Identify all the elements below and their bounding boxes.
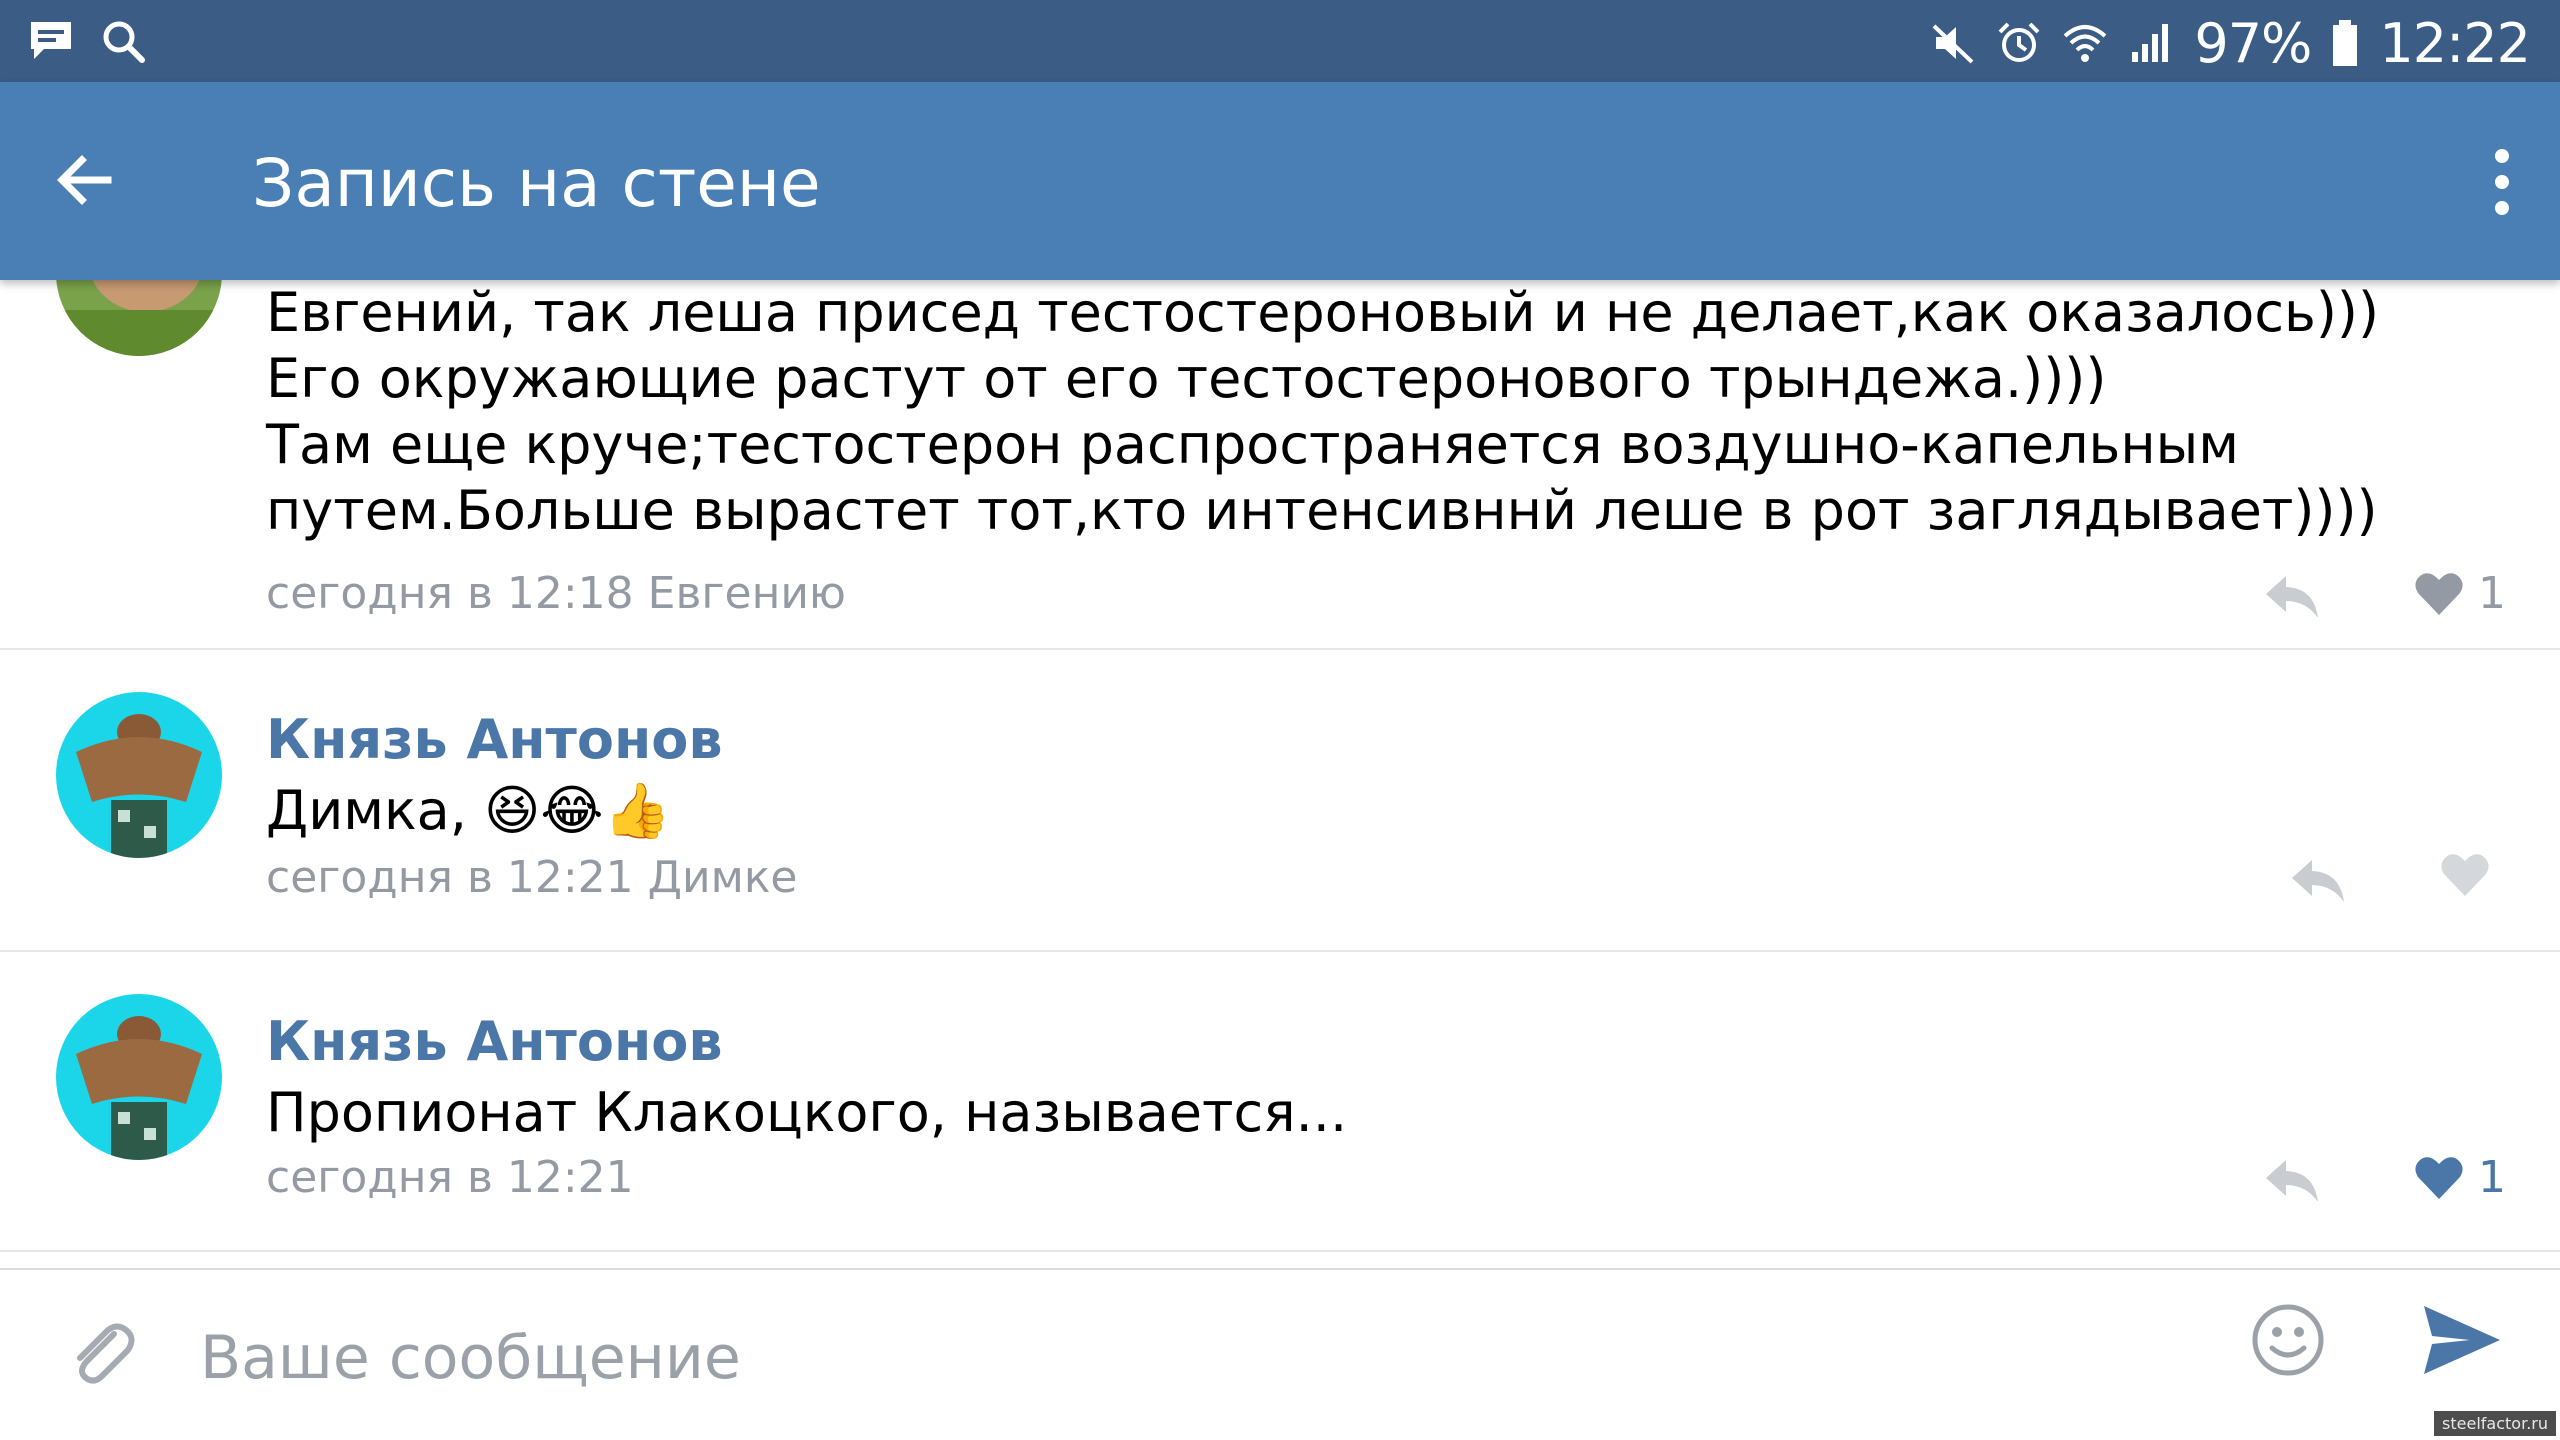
- comment-item: Князь Антонов Димка, 😆😂👍 сегодня в 12:21…: [0, 650, 2560, 952]
- signal-icon: [2132, 24, 2169, 62]
- comment-meta: сегодня в 12:18 Евгению: [266, 568, 846, 619]
- page-title: Запись на стене: [252, 145, 821, 222]
- avatar[interactable]: [56, 994, 222, 1160]
- reply-icon[interactable]: [2262, 1156, 2322, 1206]
- message-input[interactable]: [200, 1308, 2100, 1408]
- comment-author[interactable]: Князь Антонов: [266, 708, 723, 771]
- heart-icon: [2441, 854, 2489, 896]
- comment-list[interactable]: Евгений, так леша присед тестостероновый…: [0, 280, 2560, 1268]
- watermark: steelfactor.ru: [2434, 1411, 2556, 1436]
- comment-item: Евгений, так леша присед тестостероновый…: [0, 280, 2560, 650]
- app-toolbar: Запись на стене: [0, 82, 2560, 280]
- status-bar: 97% 12:22: [0, 0, 2560, 82]
- arrow-left-icon[interactable]: [50, 144, 122, 216]
- send-icon[interactable]: [2420, 1300, 2504, 1380]
- battery-percent: 97%: [2194, 11, 2312, 75]
- like-count: 1: [2478, 1152, 2506, 1203]
- comment-meta: сегодня в 12:21: [266, 1152, 634, 1203]
- reply-icon[interactable]: [2288, 856, 2348, 906]
- avatar[interactable]: [56, 280, 222, 356]
- battery-icon: [2333, 20, 2358, 66]
- avatar[interactable]: [56, 692, 222, 858]
- mute-icon: [1932, 24, 1974, 64]
- heart-icon: [2415, 572, 2463, 615]
- comment-item: Князь Антонов Пропионат Клакоцкого, назы…: [0, 952, 2560, 1252]
- smile-icon[interactable]: [2248, 1300, 2328, 1380]
- comment-author[interactable]: Князь Антонов: [266, 1010, 723, 1073]
- comment-text: Пропионат Клакоцкого, называется...: [266, 1081, 1348, 1144]
- like-button[interactable]: [2440, 852, 2504, 898]
- like-button[interactable]: 1: [2414, 1152, 2506, 1203]
- more-vertical-icon[interactable]: [2482, 142, 2522, 222]
- search-icon: [103, 21, 145, 63]
- comment-meta: сегодня в 12:21 Димке: [266, 852, 798, 903]
- reply-icon[interactable]: [2262, 572, 2322, 622]
- comment-text: Евгений, так леша присед тестостероновый…: [266, 281, 2380, 542]
- wifi-icon: [2064, 25, 2107, 62]
- like-button[interactable]: 1: [2414, 568, 2506, 619]
- comment-text: Димка, 😆😂👍: [266, 779, 671, 842]
- alarm-icon: [1998, 22, 2040, 62]
- like-count: 1: [2478, 568, 2506, 619]
- heart-icon: [2415, 1156, 2463, 1199]
- paperclip-icon[interactable]: [64, 1316, 140, 1392]
- clock: 12:22: [2379, 11, 2531, 75]
- message-icon: [31, 22, 71, 59]
- message-composer: [0, 1268, 2560, 1440]
